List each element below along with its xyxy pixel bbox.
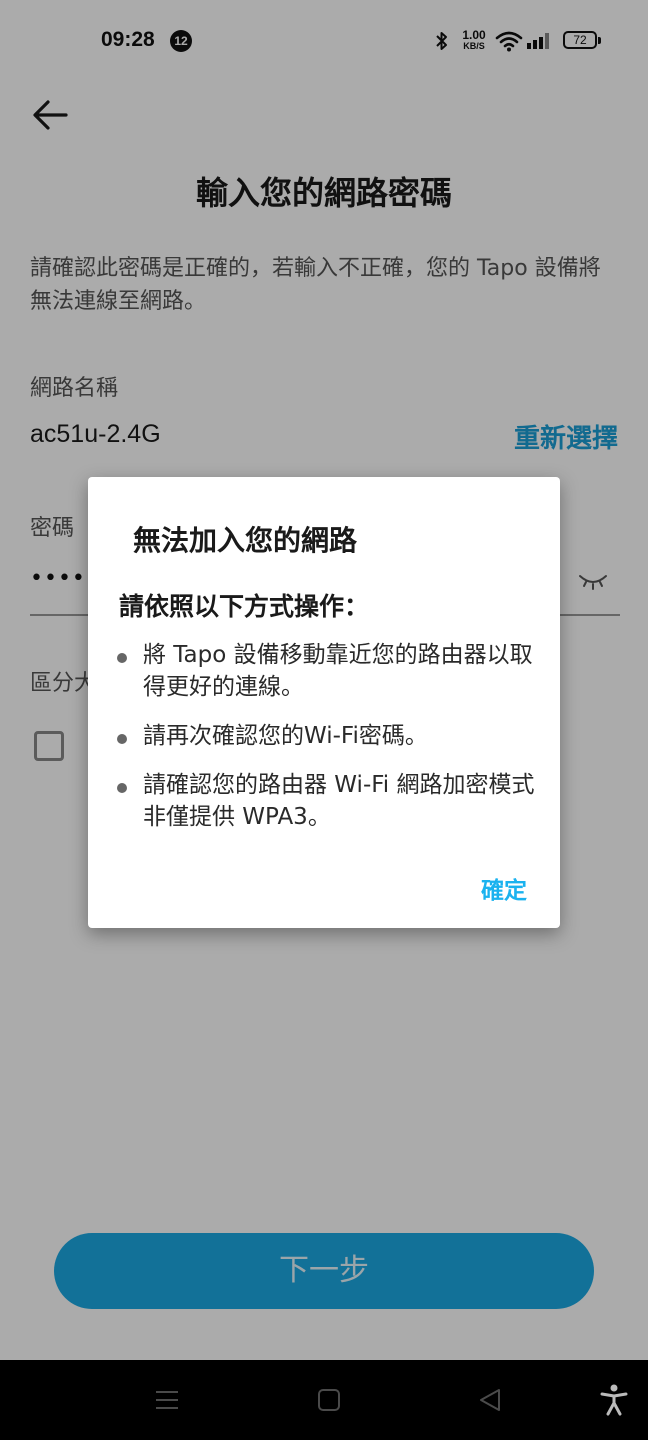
cannot-join-network-dialog: 無法加入您的網路 請依照以下方式操作： 將 Tapo 設備移動靠近您的路由器以取… xyxy=(88,477,560,928)
list-item: 將 Tapo 設備移動靠近您的路由器以取得更好的連線。 xyxy=(117,639,537,703)
list-item: 請確認您的路由器 Wi-Fi 網路加密模式非僅提供 WPA3。 xyxy=(117,769,537,833)
list-item-text: 將 Tapo 設備移動靠近您的路由器以取得更好的連線。 xyxy=(143,642,533,700)
dialog-subtitle: 請依照以下方式操作： xyxy=(119,592,370,621)
dialog-title: 無法加入您的網路 xyxy=(133,524,358,557)
triangle-back-icon[interactable] xyxy=(478,1388,502,1412)
dialog-instructions-list: 將 Tapo 設備移動靠近您的路由器以取得更好的連線。 請再次確認您的Wi-Fi… xyxy=(117,639,537,850)
list-item-text: 請再次確認您的Wi-Fi密碼。 xyxy=(143,723,428,749)
square-home-icon[interactable] xyxy=(317,1388,341,1412)
dialog-ok-button[interactable]: 確定 xyxy=(481,871,527,905)
menu-icon[interactable] xyxy=(155,1388,179,1412)
list-item-text: 請確認您的路由器 Wi-Fi 網路加密模式非僅提供 WPA3。 xyxy=(143,772,535,830)
bullet-dot-icon xyxy=(117,734,127,744)
bullet-dot-icon xyxy=(117,783,127,793)
accessibility-icon[interactable] xyxy=(600,1384,628,1416)
list-item: 請再次確認您的Wi-Fi密碼。 xyxy=(117,720,537,752)
bullet-dot-icon xyxy=(117,653,127,663)
